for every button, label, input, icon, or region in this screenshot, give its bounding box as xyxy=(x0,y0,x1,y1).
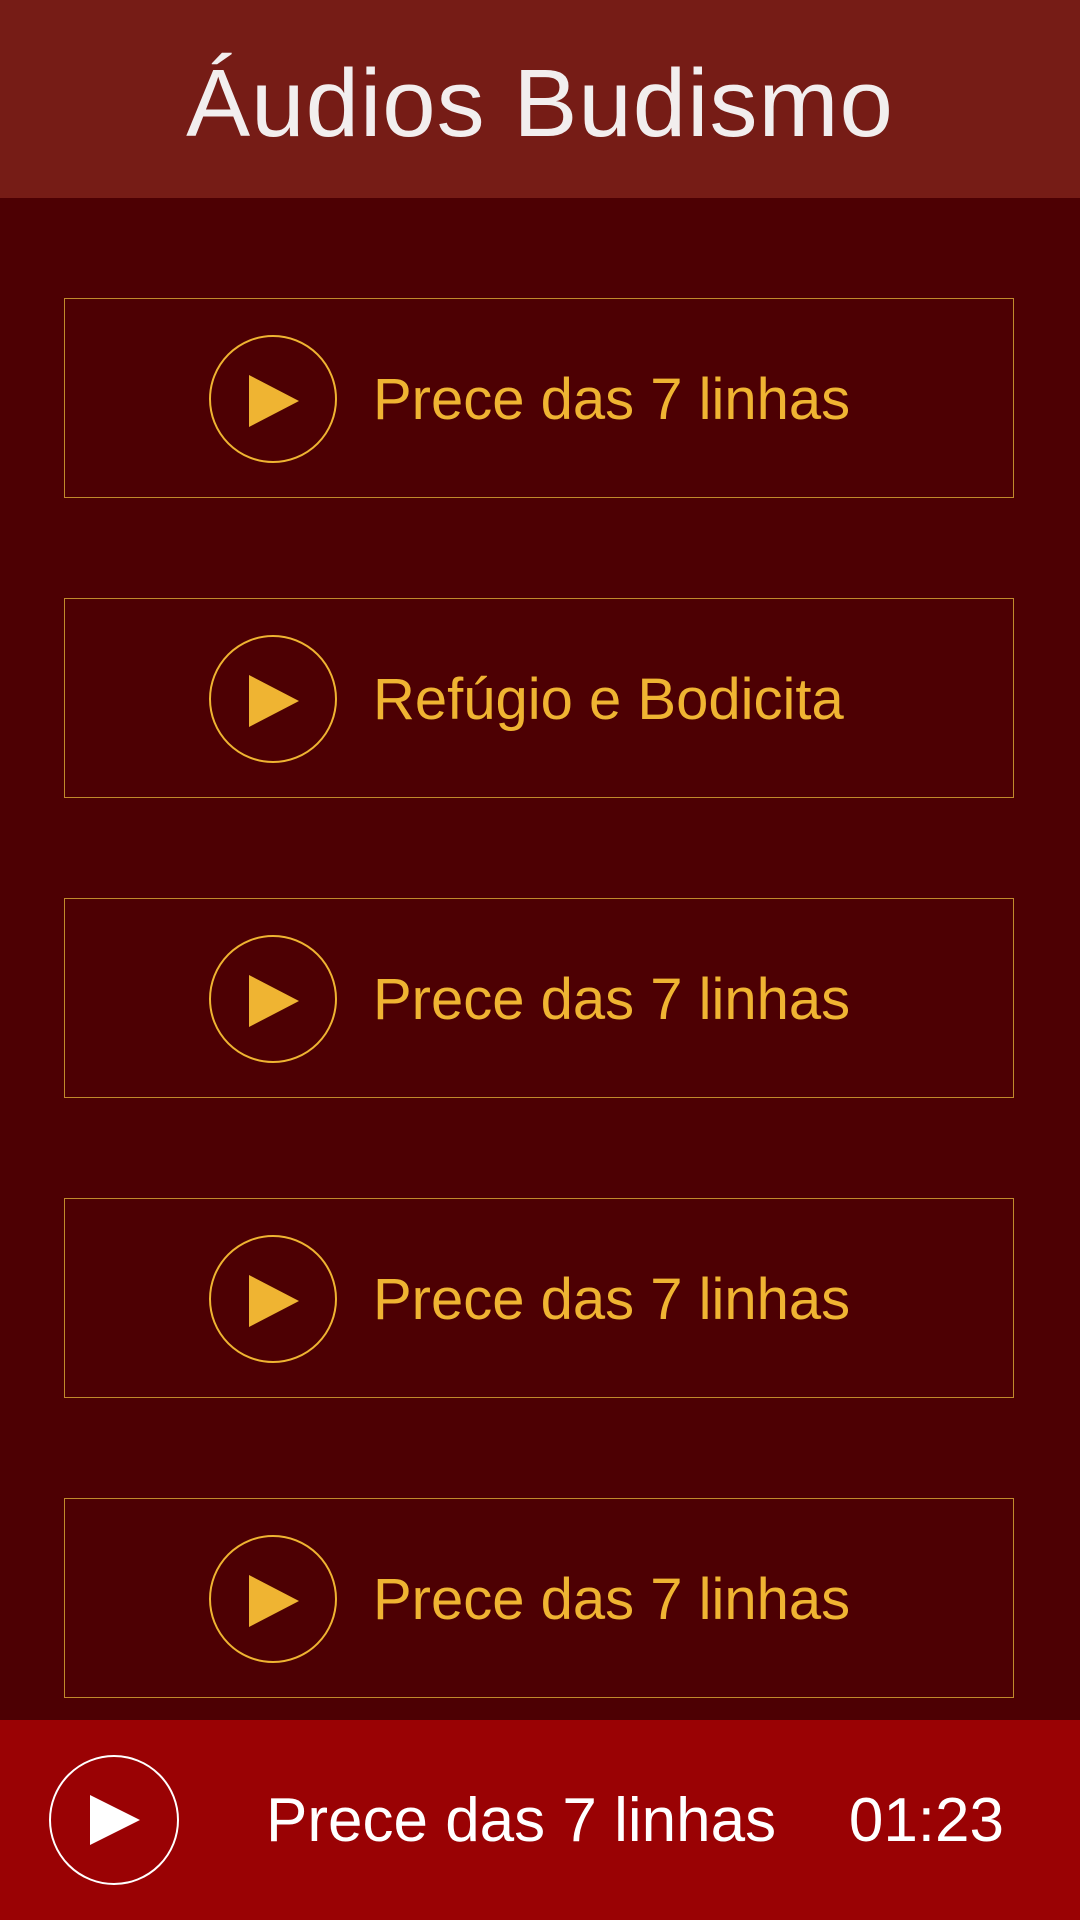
track-item[interactable]: Prece das 7 linhas xyxy=(64,898,1014,1098)
play-icon xyxy=(249,375,299,427)
play-icon xyxy=(249,1275,299,1327)
play-icon xyxy=(249,975,299,1027)
play-icon xyxy=(249,675,299,727)
now-playing-title: Prece das 7 linhas xyxy=(266,1785,777,1855)
track-label: Prece das 7 linhas xyxy=(373,1566,851,1632)
play-button[interactable] xyxy=(209,1535,337,1663)
now-playing-bar: Prece das 7 linhas 01:23 xyxy=(0,1720,1080,1920)
elapsed-time: 01:23 xyxy=(848,1785,1004,1855)
play-icon xyxy=(249,1575,299,1627)
play-icon xyxy=(90,1795,140,1845)
track-label: Prece das 7 linhas xyxy=(373,366,851,432)
track-label: Refúgio e Bodicita xyxy=(373,666,844,732)
track-label: Prece das 7 linhas xyxy=(373,1266,851,1332)
player-play-button[interactable] xyxy=(49,1755,179,1885)
play-button[interactable] xyxy=(209,335,337,463)
play-button[interactable] xyxy=(209,1235,337,1363)
page-title: Áudios Budismo xyxy=(186,50,894,157)
track-item[interactable]: Prece das 7 linhas xyxy=(64,1198,1014,1398)
track-item[interactable]: Prece das 7 linhas xyxy=(64,1498,1014,1698)
track-item[interactable]: Refúgio e Bodicita xyxy=(64,598,1014,798)
play-button[interactable] xyxy=(209,635,337,763)
track-item[interactable]: Prece das 7 linhas xyxy=(64,298,1014,498)
play-button[interactable] xyxy=(209,935,337,1063)
app-header: Áudios Budismo xyxy=(0,0,1080,198)
track-label: Prece das 7 linhas xyxy=(373,966,851,1032)
